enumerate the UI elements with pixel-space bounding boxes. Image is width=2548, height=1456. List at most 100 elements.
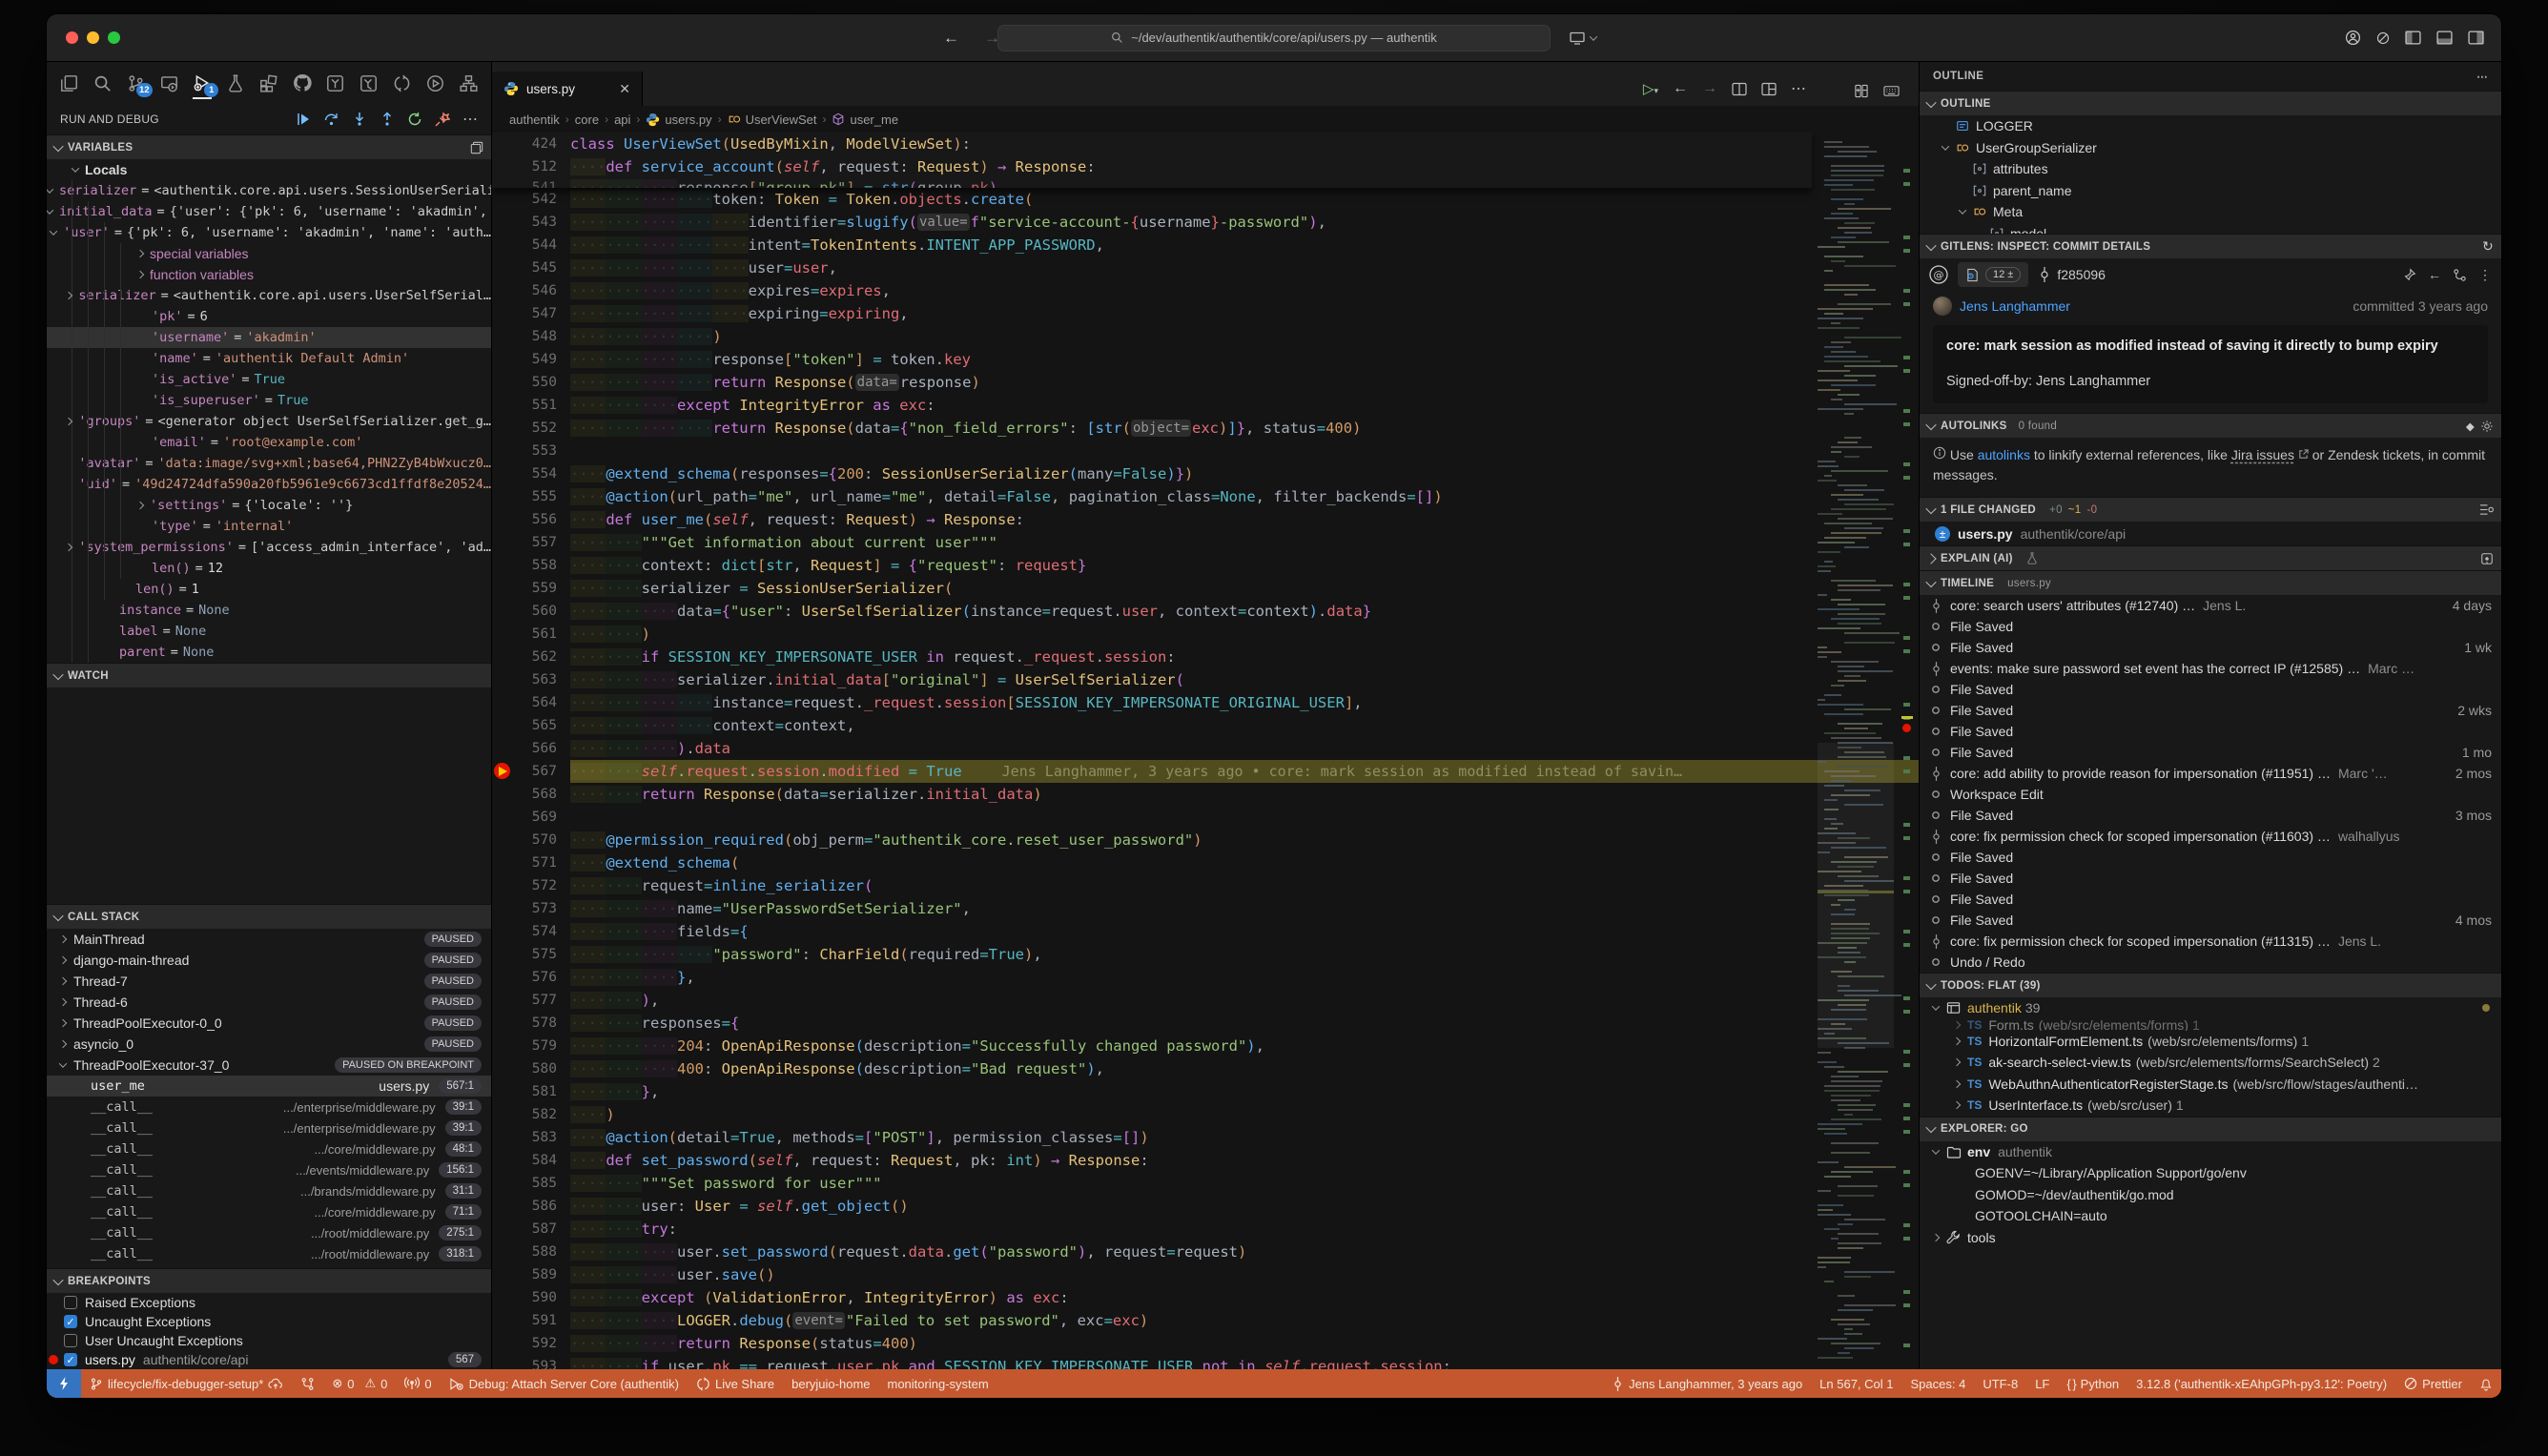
outline-more-actions-icon[interactable]: ⋯ <box>2476 70 2488 83</box>
timeline-item[interactable]: Undo / Redo <box>1920 952 2501 973</box>
code-line-555[interactable]: 555····@action(url_path="me", url_name="… <box>492 485 1919 508</box>
debug-restart-icon[interactable] <box>407 112 422 127</box>
code-line-563[interactable]: 563············serializer.initial_data["… <box>492 668 1919 691</box>
open-changes-icon[interactable] <box>1854 84 1869 98</box>
code-line-592[interactable]: 592············return Response(status=40… <box>492 1332 1919 1355</box>
code-line-550[interactable]: 550················return Response(data=… <box>492 371 1919 394</box>
git-branch-status[interactable]: lifecycle/fix-debugger-setup* <box>81 1369 292 1398</box>
todo-file-row[interactable]: TSWebAuthnAuthenticatorRegisterStage.ts … <box>1920 1074 2501 1096</box>
stack-frame-row[interactable]: __call__.../root/middleware.py318:1 <box>47 1243 491 1264</box>
host1-status[interactable]: beryjuio-home <box>783 1369 878 1398</box>
breadcrumb-item[interactable]: core <box>575 113 599 127</box>
outline-section-header[interactable]: OUTLINE <box>1920 91 2501 115</box>
commit-ref[interactable]: f285096 <box>2038 267 2106 282</box>
layout-panel-icon[interactable] <box>2436 31 2453 45</box>
code-line-559[interactable]: 559········serializer = SessionUserSeria… <box>492 577 1919 600</box>
thread-row[interactable]: Thread-6PAUSED <box>47 992 491 1013</box>
timeline-item[interactable]: core: fix permission check for scoped im… <box>1920 826 2501 847</box>
activity-github-icon[interactable] <box>289 67 316 99</box>
todo-file-row[interactable]: TSak-search-select-view.ts (web/src/elem… <box>1920 1052 2501 1074</box>
code-line-544[interactable]: 544····················intent=TokenInten… <box>492 234 1919 256</box>
code-line-587[interactable]: 587········try: <box>492 1218 1919 1241</box>
commit-graph-icon[interactable] <box>2453 268 2467 282</box>
go-env-var-row[interactable]: GOMOD=~/dev/authentik/go.mod <box>1920 1184 2501 1206</box>
code-line-547[interactable]: 547····················expiring=expiring… <box>492 302 1919 325</box>
variable-row[interactable]: 'pk'=6 <box>47 306 491 327</box>
code-line-581[interactable]: 581········}, <box>492 1080 1919 1103</box>
python-interpreter[interactable]: 3.12.8 ('authentik-xEAhpGPh-py3.12': Poe… <box>2127 1369 2395 1398</box>
split-editor-icon[interactable] <box>1732 82 1747 96</box>
code-line-553[interactable]: 553 <box>492 440 1919 462</box>
breakpoint-toggle-row[interactable]: ✓Uncaught Exceptions <box>47 1312 491 1331</box>
code-line-593[interactable]: 593········if user.pk == request.user.pk… <box>492 1355 1919 1369</box>
todos-root-row[interactable]: authentik39 <box>1920 997 2501 1019</box>
code-editor[interactable]: 424class UserViewSet(UsedByMixin, ModelV… <box>492 133 1919 1369</box>
timeline-item[interactable]: core: fix permission check for scoped im… <box>1920 931 2501 952</box>
code-line-576[interactable]: 576············}, <box>492 966 1919 989</box>
account-icon[interactable] <box>2345 30 2361 46</box>
cursor-position[interactable]: Ln 567, Col 1 <box>1811 1369 1901 1398</box>
keyboard-shortcuts-icon[interactable] <box>1883 85 1900 97</box>
variable-row[interactable]: 'groups'=<generator object UserSelfSeria… <box>47 411 491 432</box>
activity-github-actions-icon[interactable] <box>322 67 349 99</box>
code-line-554[interactable]: 554····@extend_schema(responses={200: Se… <box>492 462 1919 485</box>
code-line-562[interactable]: 562········if SESSION_KEY_IMPERSONATE_US… <box>492 646 1919 668</box>
watch-section-header[interactable]: WATCH <box>47 663 491 687</box>
timeline-section-header[interactable]: TIMELINE users.py <box>1920 570 2501 595</box>
stack-frame-row[interactable]: __call__.../brands/middleware.py31:1 <box>47 1180 491 1201</box>
thread-row[interactable]: asyncio_0PAUSED <box>47 1034 491 1055</box>
outline-item[interactable]: UserGroupSerializer <box>1920 137 2501 159</box>
variable-row[interactable]: 'settings'={'locale': ''} <box>47 495 491 516</box>
code-line-556[interactable]: 556····def user_me(self, request: Reques… <box>492 508 1919 531</box>
timeline-item[interactable]: core: add ability to provide reason for … <box>1920 763 2501 784</box>
variable-row[interactable]: 'is_superuser'=True <box>47 390 491 411</box>
language-mode[interactable]: { }Python <box>2058 1369 2127 1398</box>
variable-row[interactable]: 'name'='authentik Default Admin' <box>47 348 491 369</box>
timeline-item[interactable]: Workspace Edit <box>1920 784 2501 805</box>
variable-row[interactable]: 'avatar'='data:image/svg+xml;base64,PHN2… <box>47 453 491 474</box>
code-line-424[interactable]: 424class UserViewSet(UsedByMixin, ModelV… <box>492 133 1812 155</box>
thread-row[interactable]: MainThreadPAUSED <box>47 929 491 950</box>
stack-frame-row[interactable]: __call__.../enterprise/middleware.py39:1 <box>47 1118 491 1138</box>
problems-status[interactable]: ⊗0⚠0 <box>323 1369 396 1398</box>
timeline-item[interactable]: events: make sure password set event has… <box>1920 658 2501 679</box>
timeline-item[interactable]: File Saved <box>1920 679 2501 700</box>
activity-live-share-icon[interactable] <box>388 67 415 99</box>
stack-frame-row[interactable]: user_meusers.py567:1 <box>47 1076 491 1097</box>
autolinks-diamond-icon[interactable]: ◆ <box>2466 420 2475 433</box>
breakpoint-row[interactable]: ✓users.pyauthentik/core/api567 <box>47 1350 491 1369</box>
activity-source-control-icon[interactable]: 12 <box>123 67 150 99</box>
code-line-542[interactable]: 542················token: Token = Token.… <box>492 188 1919 211</box>
variable-row[interactable]: 'username'='akadmin' <box>47 327 491 348</box>
code-line-571[interactable]: 571····@extend_schema( <box>492 851 1919 874</box>
tab-users-py[interactable]: users.py ✕ <box>492 72 643 106</box>
stack-frame-row[interactable]: __call__.../core/middleware.py48:1 <box>47 1138 491 1159</box>
run-python-file-icon[interactable]: ▷▾ <box>1643 80 1658 98</box>
activity-testing-icon[interactable] <box>222 67 249 99</box>
blame-status[interactable]: Jens Langhammer, 3 years ago <box>1603 1369 1811 1398</box>
breadcrumb-item[interactable]: api <box>614 113 630 127</box>
activity-extensions-icon[interactable] <box>256 67 282 99</box>
minimap[interactable] <box>1818 133 1894 1369</box>
go-env-row[interactable]: envauthentik <box>1920 1141 2501 1163</box>
code-line-512[interactable]: 512····def service_account(self, request… <box>492 155 1812 178</box>
code-line-566[interactable]: 566············).data <box>492 737 1919 760</box>
notifications-bell[interactable] <box>2471 1369 2501 1398</box>
layout-sidebar-right-icon[interactable] <box>2468 31 2484 45</box>
code-line-541[interactable]: 541············response["group_pk"] = st… <box>492 178 1812 188</box>
activity-remote-explorer-icon[interactable] <box>156 67 183 99</box>
indentation-status[interactable]: Spaces: 4 <box>1902 1369 1975 1398</box>
code-line-565[interactable]: 565················context=context, <box>492 714 1919 737</box>
activity-org-chart-icon[interactable] <box>455 67 482 99</box>
changed-file-row[interactable]: ± users.py authentik/core/api <box>1920 522 2501 545</box>
todo-file-row[interactable]: TSUserInterface.ts (web/src/user)1 <box>1920 1095 2501 1117</box>
formatter-status[interactable]: Prettier <box>2395 1369 2471 1398</box>
variable-row[interactable]: 'is_active'=True <box>47 369 491 390</box>
outline-item[interactable]: Meta <box>1920 201 2501 223</box>
timeline-item[interactable]: File Saved1 wk <box>1920 637 2501 658</box>
timeline-item[interactable]: File Saved2 wks <box>1920 700 2501 721</box>
variable-row[interactable]: special variables <box>47 243 491 264</box>
code-line-585[interactable]: 585········"""Set password for user""" <box>492 1172 1919 1195</box>
stack-frame-row[interactable]: __call__.../enterprise/middleware.py39:1 <box>47 1097 491 1118</box>
breadcrumb-item[interactable]: UserViewSet <box>728 113 817 127</box>
